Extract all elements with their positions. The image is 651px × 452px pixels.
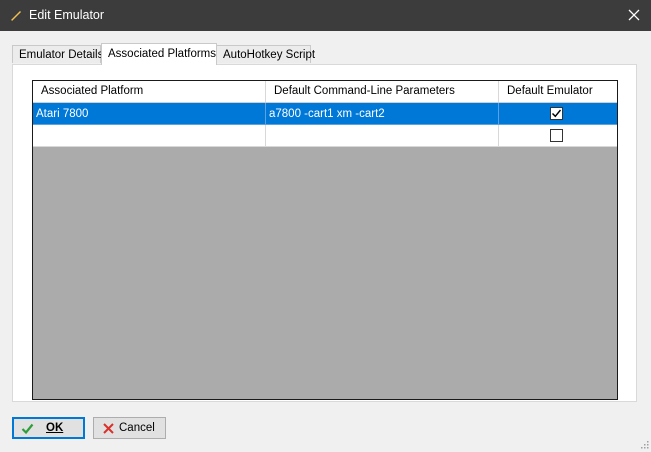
column-header-default-emulator[interactable]: Default Emulator: [499, 81, 617, 102]
cell-platform[interactable]: Atari 7800: [33, 103, 266, 125]
pencil-icon: [9, 8, 23, 22]
checkmark-icon: [21, 422, 34, 435]
x-icon: [102, 422, 115, 435]
cell-platform[interactable]: [33, 125, 266, 147]
default-emulator-checkbox[interactable]: [550, 107, 563, 120]
table-row[interactable]: Atari 7800 a7800 -cart1 xm -cart2: [33, 103, 617, 125]
tab-panel: Associated Platform Default Command-Line…: [12, 64, 637, 402]
window-title: Edit Emulator: [29, 8, 105, 22]
tab-autohotkey-script[interactable]: AutoHotkey Script: [216, 45, 315, 63]
table-row[interactable]: [33, 125, 617, 147]
cell-parameters[interactable]: a7800 -cart1 xm -cart2: [266, 103, 499, 125]
close-icon[interactable]: [623, 4, 645, 26]
cell-parameters[interactable]: [266, 125, 499, 147]
default-emulator-checkbox[interactable]: [550, 129, 563, 142]
tab-emulator-details[interactable]: Emulator Details: [12, 45, 103, 63]
cancel-button[interactable]: Cancel: [93, 417, 166, 439]
column-header-platform[interactable]: Associated Platform: [33, 81, 266, 102]
tab-associated-platforms[interactable]: Associated Platforms: [101, 43, 217, 65]
resize-grip-icon[interactable]: [639, 439, 649, 449]
cancel-label: Cancel: [119, 422, 155, 434]
grid-header: Associated Platform Default Command-Line…: [33, 81, 617, 103]
column-header-parameters[interactable]: Default Command-Line Parameters: [266, 81, 499, 102]
cell-default-emulator[interactable]: [499, 125, 617, 147]
ok-button[interactable]: OK: [12, 417, 85, 439]
ok-label: OK: [46, 422, 64, 434]
cell-default-emulator[interactable]: [499, 103, 617, 125]
platforms-grid[interactable]: Associated Platform Default Command-Line…: [32, 80, 618, 400]
title-bar: Edit Emulator: [0, 0, 651, 31]
